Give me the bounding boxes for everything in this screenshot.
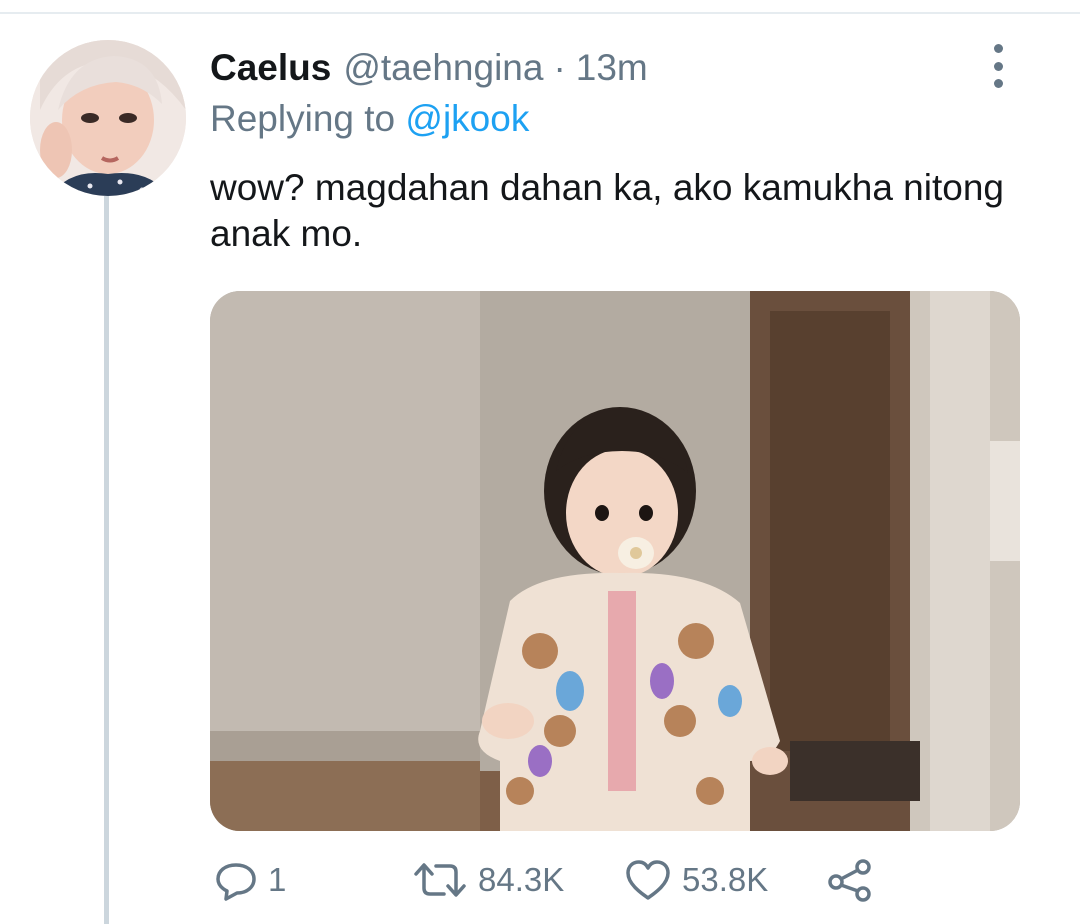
reply-button[interactable]: 1 [214, 850, 286, 910]
retweet-icon [414, 863, 466, 897]
user-handle[interactable]: @taehngina [343, 44, 543, 92]
separator-dot: · [553, 47, 566, 88]
tweet-photo[interactable] [210, 291, 1020, 831]
photo-content [210, 291, 1020, 831]
timestamp[interactable]: 13m [576, 44, 648, 92]
share-icon [828, 859, 871, 902]
mention-link[interactable]: @jkook [405, 98, 529, 139]
tweet-text: wow? magdahan dahan ka, ako kamukha nito… [210, 167, 1004, 254]
retweet-button[interactable]: 84.3K [412, 850, 564, 910]
tweet-header: Caelus @taehngina · 13m [210, 44, 648, 92]
like-button[interactable]: 53.8K [624, 850, 768, 910]
top-divider [0, 12, 1080, 14]
replying-prefix: Replying to [210, 98, 396, 139]
avatar[interactable] [30, 40, 186, 196]
heart-icon [626, 860, 670, 900]
display-name[interactable]: Caelus [210, 44, 331, 92]
like-count: 53.8K [682, 861, 769, 898]
thread-line [104, 196, 109, 924]
action-bar: 1 84.3K 53.8K [0, 850, 1080, 910]
replying-to: Replying to @jkook [210, 96, 529, 142]
more-vertical-icon[interactable] [986, 44, 1010, 88]
avatar-image [30, 40, 186, 196]
share-button[interactable] [826, 850, 874, 910]
retweet-count: 84.3K [478, 861, 565, 898]
reply-count: 1 [268, 861, 287, 898]
reply-icon [216, 863, 256, 901]
